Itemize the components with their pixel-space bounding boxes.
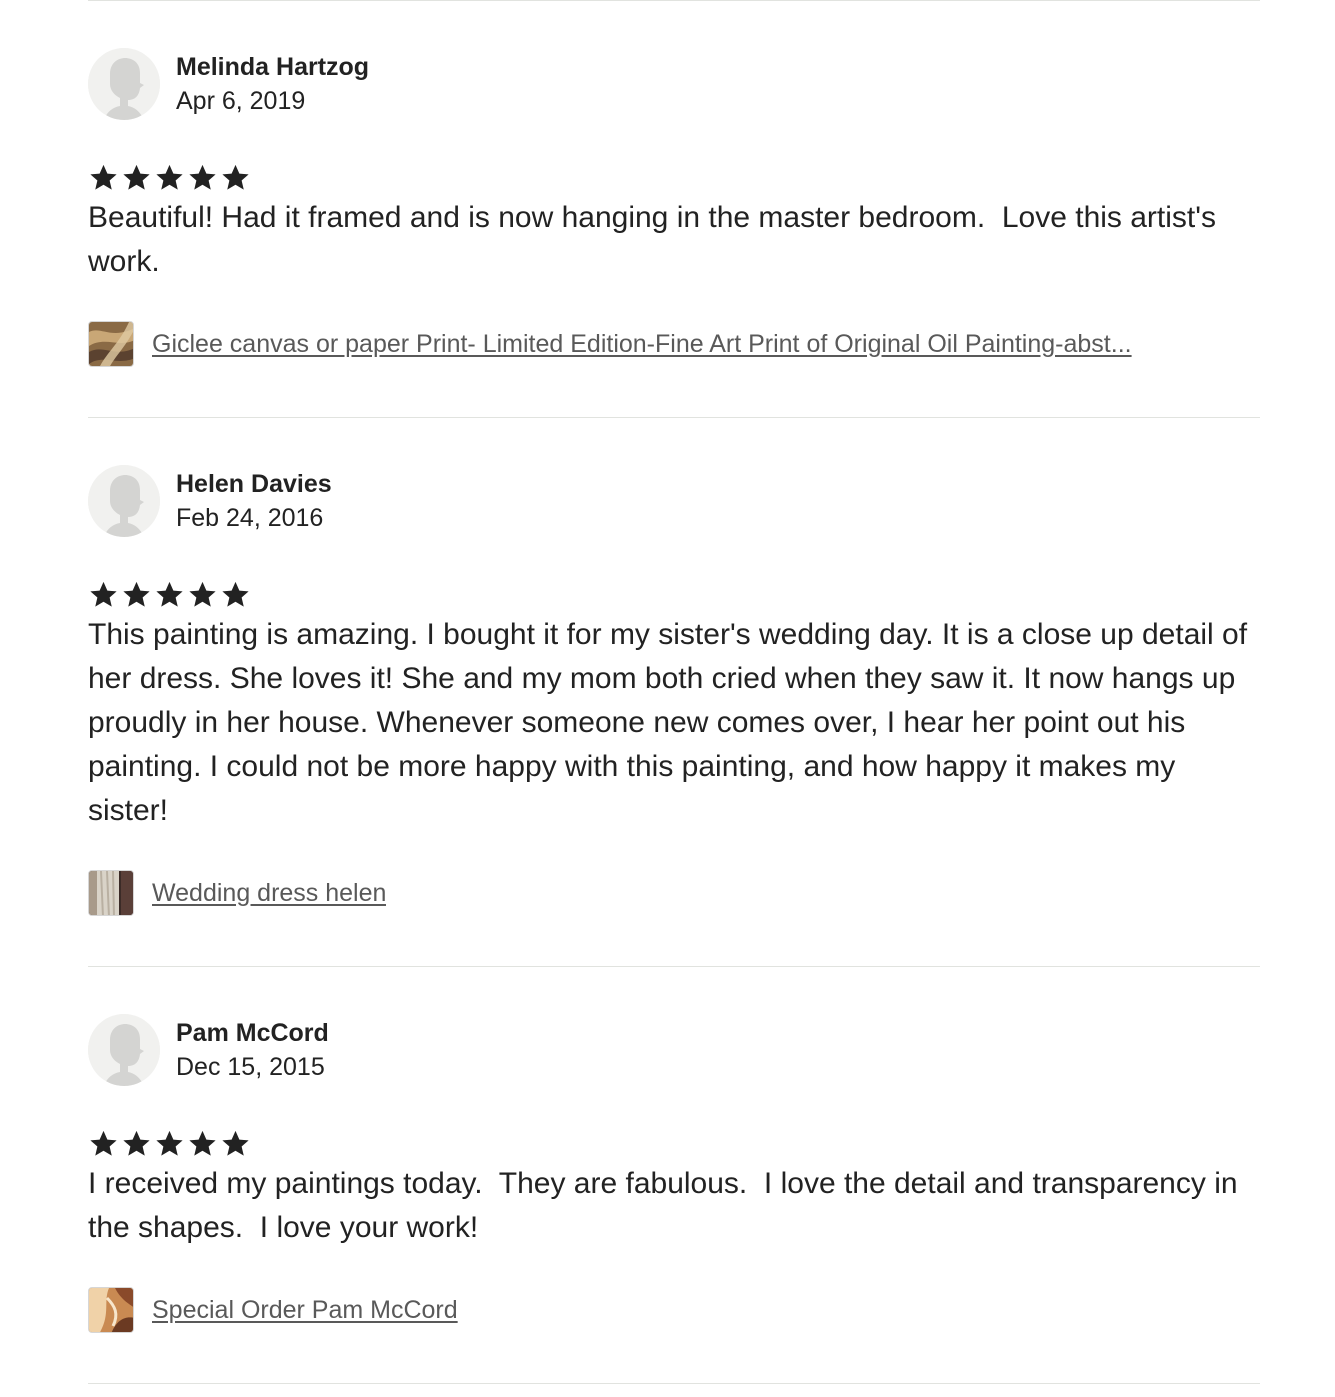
star-filled-icon	[189, 164, 216, 190]
star-rating	[88, 579, 1260, 611]
star-filled-icon	[189, 1130, 216, 1156]
listing-title-link[interactable]: Wedding dress helen	[152, 879, 386, 908]
review-date: Feb 24, 2016	[176, 504, 324, 532]
review-item: Melinda Hartzog Apr 6, 2019 Beautiful! H…	[88, 1, 1260, 418]
review-item: Helen Davies Feb 24, 2016 This painting …	[88, 418, 1260, 967]
star-filled-icon	[123, 164, 150, 190]
review-text: Beautiful! Had it framed and is now hang…	[88, 201, 1225, 278]
star-filled-icon	[222, 164, 249, 190]
default-user-avatar-icon[interactable]	[88, 465, 160, 537]
star-filled-icon	[222, 581, 249, 607]
star-filled-icon	[156, 164, 183, 190]
reviewer-name[interactable]: Helen Davies	[176, 469, 332, 499]
star-filled-icon	[189, 581, 216, 607]
reviewer-info: Pam McCord Dec 15, 2015	[88, 1014, 1260, 1086]
star-filled-icon	[156, 581, 183, 607]
review-date: Dec 15, 2015	[176, 1053, 325, 1081]
star-filled-icon	[222, 1130, 249, 1156]
listing-thumbnail[interactable]	[88, 1287, 134, 1333]
default-user-avatar-icon[interactable]	[88, 1014, 160, 1086]
review-text: This painting is amazing. I bought it fo…	[88, 618, 1256, 827]
review-date: Apr 6, 2019	[176, 87, 306, 115]
star-filled-icon	[123, 581, 150, 607]
reviews-list: Melinda Hartzog Apr 6, 2019 Beautiful! H…	[88, 0, 1260, 1384]
listing-link-row[interactable]: Giclee canvas or paper Print- Limited Ed…	[88, 320, 1260, 368]
listing-title-link[interactable]: Giclee canvas or paper Print- Limited Ed…	[152, 330, 1132, 359]
star-filled-icon	[90, 581, 117, 607]
star-filled-icon	[156, 1130, 183, 1156]
reviewer-info: Melinda Hartzog Apr 6, 2019	[88, 48, 1260, 120]
star-filled-icon	[123, 1130, 150, 1156]
listing-link-row[interactable]: Wedding dress helen	[88, 869, 1260, 917]
star-rating	[88, 1128, 1260, 1160]
listing-title-link[interactable]: Special Order Pam McCord	[152, 1296, 458, 1325]
review-text: I received my paintings today. They are …	[88, 1167, 1246, 1244]
default-user-avatar-icon[interactable]	[88, 48, 160, 120]
review-item: Pam McCord Dec 15, 2015 I received my pa…	[88, 967, 1260, 1384]
reviewer-name[interactable]: Melinda Hartzog	[176, 52, 369, 82]
star-filled-icon	[90, 1130, 117, 1156]
reviewer-name[interactable]: Pam McCord	[176, 1018, 329, 1048]
listing-thumbnail[interactable]	[88, 870, 134, 916]
listing-link-row[interactable]: Special Order Pam McCord	[88, 1286, 1260, 1334]
divider	[88, 1383, 1260, 1384]
star-rating	[88, 162, 1260, 194]
reviewer-info: Helen Davies Feb 24, 2016	[88, 465, 1260, 537]
star-filled-icon	[90, 164, 117, 190]
listing-thumbnail[interactable]	[88, 321, 134, 367]
